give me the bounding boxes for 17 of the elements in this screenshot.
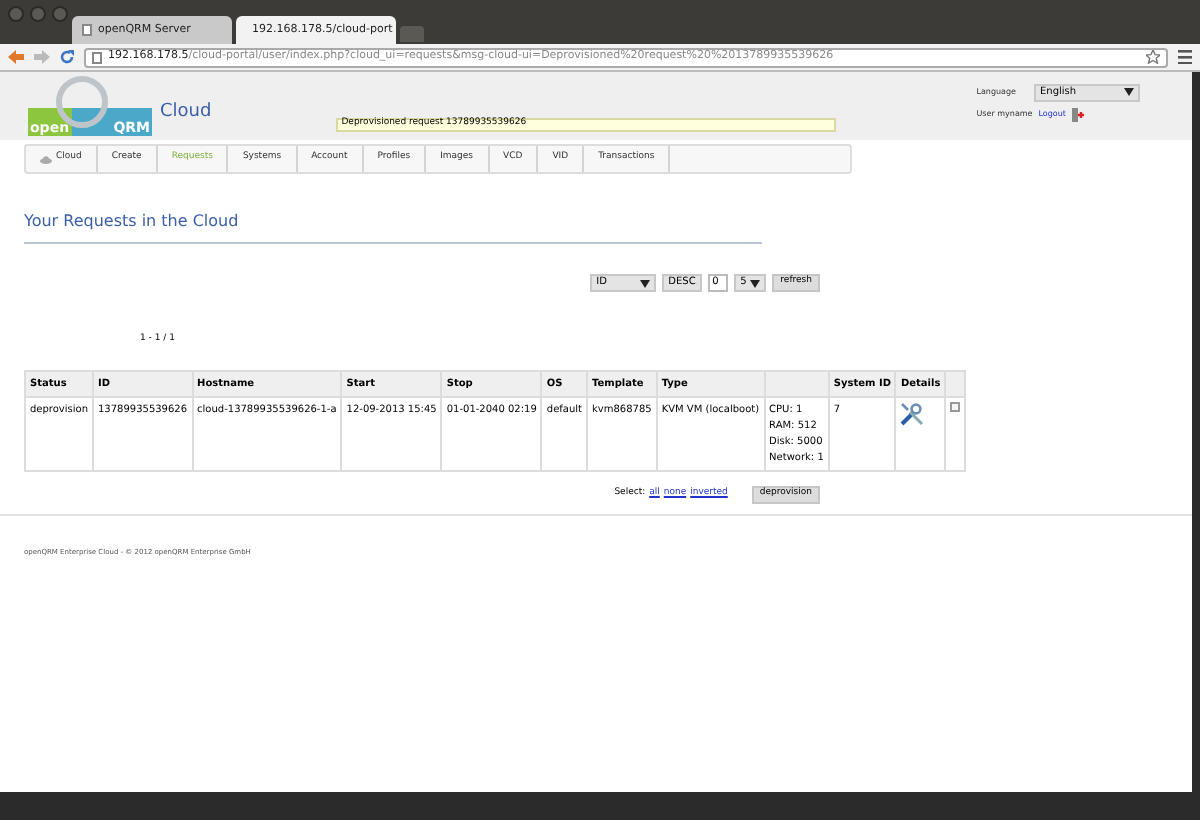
menu-icon[interactable] [1178, 50, 1192, 64]
page-heading: Your Requests in the Cloud [24, 212, 239, 230]
forward-icon[interactable] [34, 50, 50, 64]
tools-icon[interactable] [900, 402, 925, 426]
caret-icon [640, 279, 651, 287]
column-header [764, 371, 829, 397]
back-icon[interactable] [8, 50, 24, 64]
page-icon [82, 24, 92, 36]
caret-icon [750, 279, 761, 287]
logout-icon[interactable] [1071, 107, 1084, 121]
star-icon[interactable] [1146, 50, 1160, 64]
row-checkbox[interactable] [950, 402, 961, 412]
caret-icon [1124, 88, 1134, 96]
page-icon [92, 51, 102, 63]
product-name: Cloud [160, 100, 212, 127]
cloud-icon [40, 155, 52, 163]
reload-icon[interactable] [60, 50, 74, 64]
